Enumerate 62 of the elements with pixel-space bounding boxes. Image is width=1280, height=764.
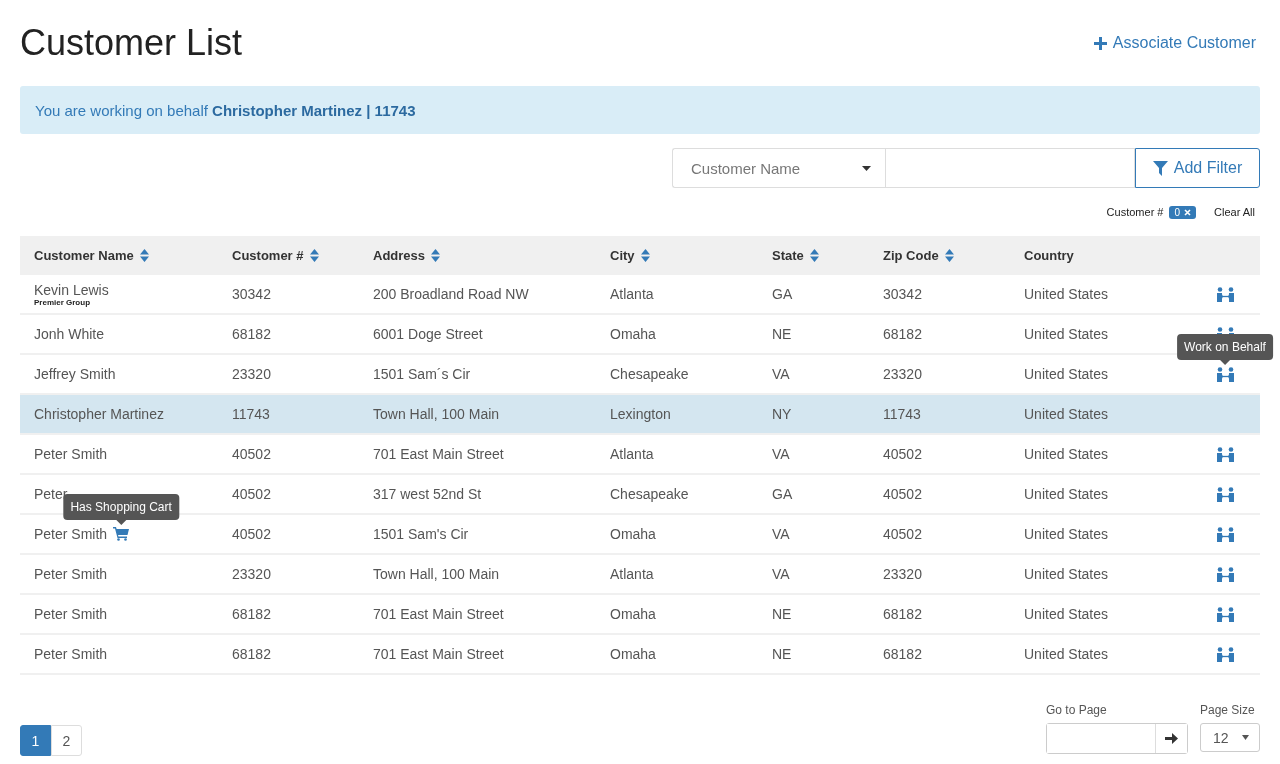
page-size-label: Page Size [1200, 703, 1256, 717]
table-cell: 68182 [883, 646, 922, 662]
table-cell: 23320 [232, 566, 271, 582]
table-cell: Peter Smith [34, 646, 108, 662]
table-cell: United States [1024, 566, 1109, 582]
table-cell: 30342 [883, 286, 922, 302]
working-on-behalf-notice: You are working on behalf Christopher Martinez | 11743 [20, 86, 1260, 134]
table-cell: NY [772, 406, 792, 422]
table-cell: Jeffrey Smith [34, 366, 116, 382]
table-cell: NE [772, 646, 792, 662]
table-cell: 23320 [883, 366, 922, 382]
table-cell: 23320 [232, 366, 271, 382]
company-name: Premier Group [34, 297, 91, 307]
table-cell: 40502 [232, 526, 271, 542]
table-cell: Kevin Lewis [34, 281, 109, 298]
table-cell: 68182 [232, 646, 271, 662]
table-cell: Peter Smith [34, 446, 108, 462]
table-cell: 40502 [232, 446, 271, 462]
table-cell: United States [1024, 366, 1109, 382]
table-cell: United States [1024, 406, 1109, 422]
table-cell: 11743 [232, 406, 270, 422]
table-cell: Town Hall, 100 Main [373, 406, 500, 422]
table-cell: 200 Broadland Road NW [373, 286, 529, 302]
table-cell: 11743 [883, 406, 921, 422]
table-cell: 40502 [883, 446, 922, 462]
table-cell: 23320 [883, 566, 922, 582]
table-cell: VA [772, 566, 790, 582]
table-cell: Peter Smith [34, 566, 108, 582]
page-title: Customer List [20, 22, 243, 64]
filter-label: Customer # [1106, 206, 1164, 218]
table-cell: VA [772, 446, 790, 462]
table-cell: VA [772, 366, 790, 382]
table-cell: United States [1024, 606, 1109, 622]
table-cell: United States [1024, 286, 1109, 302]
table-cell: 1501 Sam´s Cir [373, 366, 471, 382]
table-cell: United States [1024, 646, 1109, 662]
table-cell: Atlanta [610, 566, 654, 582]
table-cell: Omaha [610, 606, 656, 622]
table-cell: GA [772, 286, 793, 302]
table-cell: 1501 Sam's Cir [373, 526, 469, 542]
table-cell: 40502 [883, 526, 922, 542]
table-cell: Town Hall, 100 Main [373, 566, 500, 582]
table-cell: NE [772, 606, 792, 622]
table-cell: 68182 [883, 606, 922, 622]
table-cell: 701 East Main Street [373, 446, 504, 462]
table-cell: 701 East Main Street [373, 646, 504, 662]
table-cell: United States [1024, 526, 1109, 542]
table-cell: Omaha [610, 646, 656, 662]
table-cell: Chesapeake [610, 366, 689, 382]
table-cell: Atlanta [610, 286, 654, 302]
table-cell: Lexington [610, 406, 671, 422]
table-cell: 68182 [232, 606, 271, 622]
table-cell: Peter Smith [34, 606, 108, 622]
table-cell: 30342 [232, 286, 271, 302]
table-cell: United States [1024, 446, 1109, 462]
table-cell: Atlanta [610, 446, 654, 462]
table-cell: 701 East Main Street [373, 606, 504, 622]
table-cell: VA [772, 526, 790, 542]
go-to-page-label: Go to Page [1046, 703, 1108, 717]
table-cell: Peter Smith [34, 526, 108, 542]
table-cell: Christopher Martinez [34, 406, 164, 422]
table-cell: Omaha [610, 526, 656, 542]
